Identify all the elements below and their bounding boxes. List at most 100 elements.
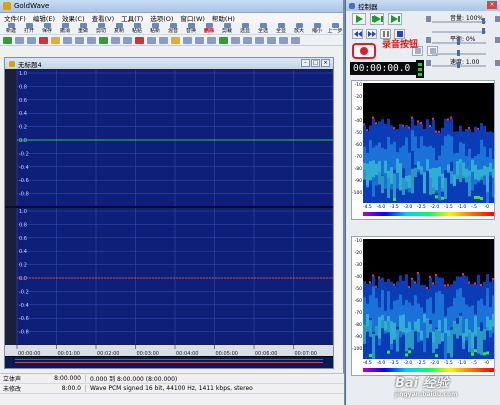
doppler-icon[interactable]	[171, 36, 180, 44]
spectrum-y-label: -90	[354, 179, 362, 184]
menu-item[interactable]: 帮助(H)	[212, 13, 235, 23]
modified-state: 未修改	[3, 386, 22, 393]
toolbar-button[interactable]: 保存	[39, 23, 55, 34]
spectrum-y-label: -70	[354, 155, 362, 160]
balance-thumb[interactable]	[457, 50, 460, 56]
noise-icon[interactable]	[135, 36, 144, 44]
playback-rate-icon[interactable]	[291, 36, 300, 44]
silence-icon[interactable]	[255, 36, 264, 44]
close-button[interactable]: ×	[487, 1, 497, 9]
forward-icon[interactable]	[27, 36, 36, 44]
balance-slider-2[interactable]	[426, 46, 500, 56]
toolbar-button[interactable]: 上一步	[327, 23, 343, 34]
play-from-start-button[interactable]	[388, 13, 402, 25]
rewind-icon[interactable]	[15, 36, 24, 44]
play-icon[interactable]	[3, 36, 12, 44]
overview-right-channel	[15, 362, 323, 363]
volume-thumb[interactable]	[482, 28, 485, 34]
compress-icon[interactable]	[279, 36, 288, 44]
toolbar-button[interactable]: 打开	[21, 23, 37, 34]
fade-in-icon[interactable]	[183, 36, 192, 44]
balance-slider[interactable]: 平衡: 0%	[426, 35, 500, 45]
secondary-toolbar	[0, 35, 343, 46]
equalizer-icon[interactable]	[75, 36, 84, 44]
play-selection-button[interactable]	[370, 13, 384, 25]
spectrum-y-label: -20	[354, 251, 362, 256]
toolbar-button[interactable]: 重做	[75, 23, 91, 34]
spectrum-x-label: -0	[484, 361, 490, 366]
timeline-ruler[interactable]: 00:00:00 00:01:00 00:02:00 00:03:00 00:04:00…	[5, 345, 333, 357]
toolbar-button[interactable]: 放大	[291, 23, 307, 34]
toolbar-button[interactable]: 新建	[3, 23, 19, 34]
waveform-view[interactable]: 1.0 0.8 0.6 0.4 0.2 0.0 -0.2 -0.4 -0.6 -0.8 1.0 0.8…	[5, 69, 333, 345]
close-button[interactable]: ×	[321, 59, 330, 67]
watermark-sub: jingyan.baidu.com	[395, 391, 458, 398]
toolbar-button[interactable]: 选显	[237, 23, 253, 34]
menu-item[interactable]: 查看(V)	[92, 13, 115, 23]
spectrum-x-label: -4.5	[363, 361, 372, 366]
toolbar-label: 放大	[293, 28, 304, 34]
volume-slider-2[interactable]	[426, 24, 500, 34]
toolbar-label: 新建	[5, 28, 16, 34]
offset-icon[interactable]	[219, 36, 228, 44]
status-row-2: 未修改 8:00.0 Wave PCM signed 16 bit, 44100…	[0, 384, 344, 394]
overview-bar[interactable]	[5, 356, 333, 368]
toolbar-button[interactable]: 缩小	[309, 23, 325, 34]
time-warp-icon[interactable]	[159, 36, 168, 44]
main-toolbar: 新建打开保存撤消重做剪切复制粘贴粘新混音替换删除剪裁选显全选全显放大缩小上一步放…	[0, 23, 376, 35]
menu-item[interactable]: 文件(F)	[4, 13, 26, 23]
waveform-svg: 1.0 0.8 0.6 0.4 0.2 0.0 -0.2 -0.4 -0.6 -0.8 1.0 0.8…	[5, 69, 333, 345]
echo-icon[interactable]	[99, 36, 108, 44]
format-info: Wave PCM signed 16 bit, 44100 Hz, 1411 k…	[90, 385, 253, 392]
pitch-icon[interactable]	[147, 36, 156, 44]
toolbar-button[interactable]: 替换	[183, 23, 199, 34]
effect-icon[interactable]	[39, 36, 48, 44]
toolbar-button[interactable]: 全显	[273, 23, 289, 34]
toolbar-button[interactable]: 剪裁	[219, 23, 235, 34]
menu-item[interactable]: 工具(T)	[121, 13, 143, 23]
record-button[interactable]	[352, 43, 376, 59]
toolbar-button[interactable]: 剪切	[93, 23, 109, 34]
maximize-button[interactable]: □	[311, 59, 320, 67]
toolbar-button[interactable]: 混音	[165, 23, 181, 34]
record-icon	[360, 47, 368, 55]
volume-slider[interactable]: 音量: 100%	[426, 14, 500, 24]
stereo-icon[interactable]	[267, 36, 276, 44]
mechanize-icon[interactable]	[207, 36, 216, 44]
minimize-button[interactable]: –	[301, 59, 310, 67]
filter-icon[interactable]	[87, 36, 96, 44]
spectrum-x-label: -2.0	[430, 361, 440, 366]
play-icon	[355, 15, 363, 23]
menu-bar: 文件(F) 编辑(E) 效果(C) 查看(V) 工具(T) 选项(O) 窗口(W) 帮助(H)	[0, 13, 343, 23]
menu-item[interactable]: 选项(O)	[150, 13, 173, 23]
marker-icon[interactable]	[51, 36, 60, 44]
toolbar-button[interactable]: 粘贴	[129, 23, 145, 34]
pan-icon[interactable]	[231, 36, 240, 44]
reverse-icon[interactable]	[123, 36, 132, 44]
play-all-button[interactable]	[352, 13, 366, 25]
toolbar-button[interactable]: 全选	[255, 23, 271, 34]
rewind-button[interactable]	[352, 29, 363, 39]
spectrum-y-label: -30	[354, 107, 362, 112]
speed-thumb[interactable]	[457, 62, 460, 68]
watermark-logo: Bai 经验 jingyan.baidu.com	[395, 372, 457, 398]
menu-item[interactable]: 编辑(E)	[33, 13, 55, 23]
toolbar-button[interactable]: 复制	[111, 23, 127, 34]
toolbar-button[interactable]: 粘新	[147, 23, 163, 34]
fade-out-icon[interactable]	[195, 36, 204, 44]
speed-slider[interactable]: 速度: 1.00	[426, 58, 500, 68]
menu-item[interactable]: 效果(C)	[62, 13, 85, 23]
menu-item[interactable]: 窗口(W)	[180, 13, 205, 23]
spectrum-y-label: -10	[354, 83, 362, 88]
toolbar-button[interactable]: 撤消	[57, 23, 73, 34]
y-tick-label: -0.2	[19, 289, 29, 295]
toolbar-button[interactable]: 删除	[201, 23, 217, 34]
volume-icon[interactable]	[63, 36, 72, 44]
balance-thumb[interactable]	[457, 39, 460, 45]
fast-forward-icon	[367, 31, 376, 37]
toolbar-label: 剪裁	[221, 28, 232, 34]
resample-icon[interactable]	[243, 36, 252, 44]
invert-icon[interactable]	[111, 36, 120, 44]
fast-forward-button[interactable]	[366, 29, 377, 39]
spectrum-y-label: -80	[354, 167, 362, 172]
